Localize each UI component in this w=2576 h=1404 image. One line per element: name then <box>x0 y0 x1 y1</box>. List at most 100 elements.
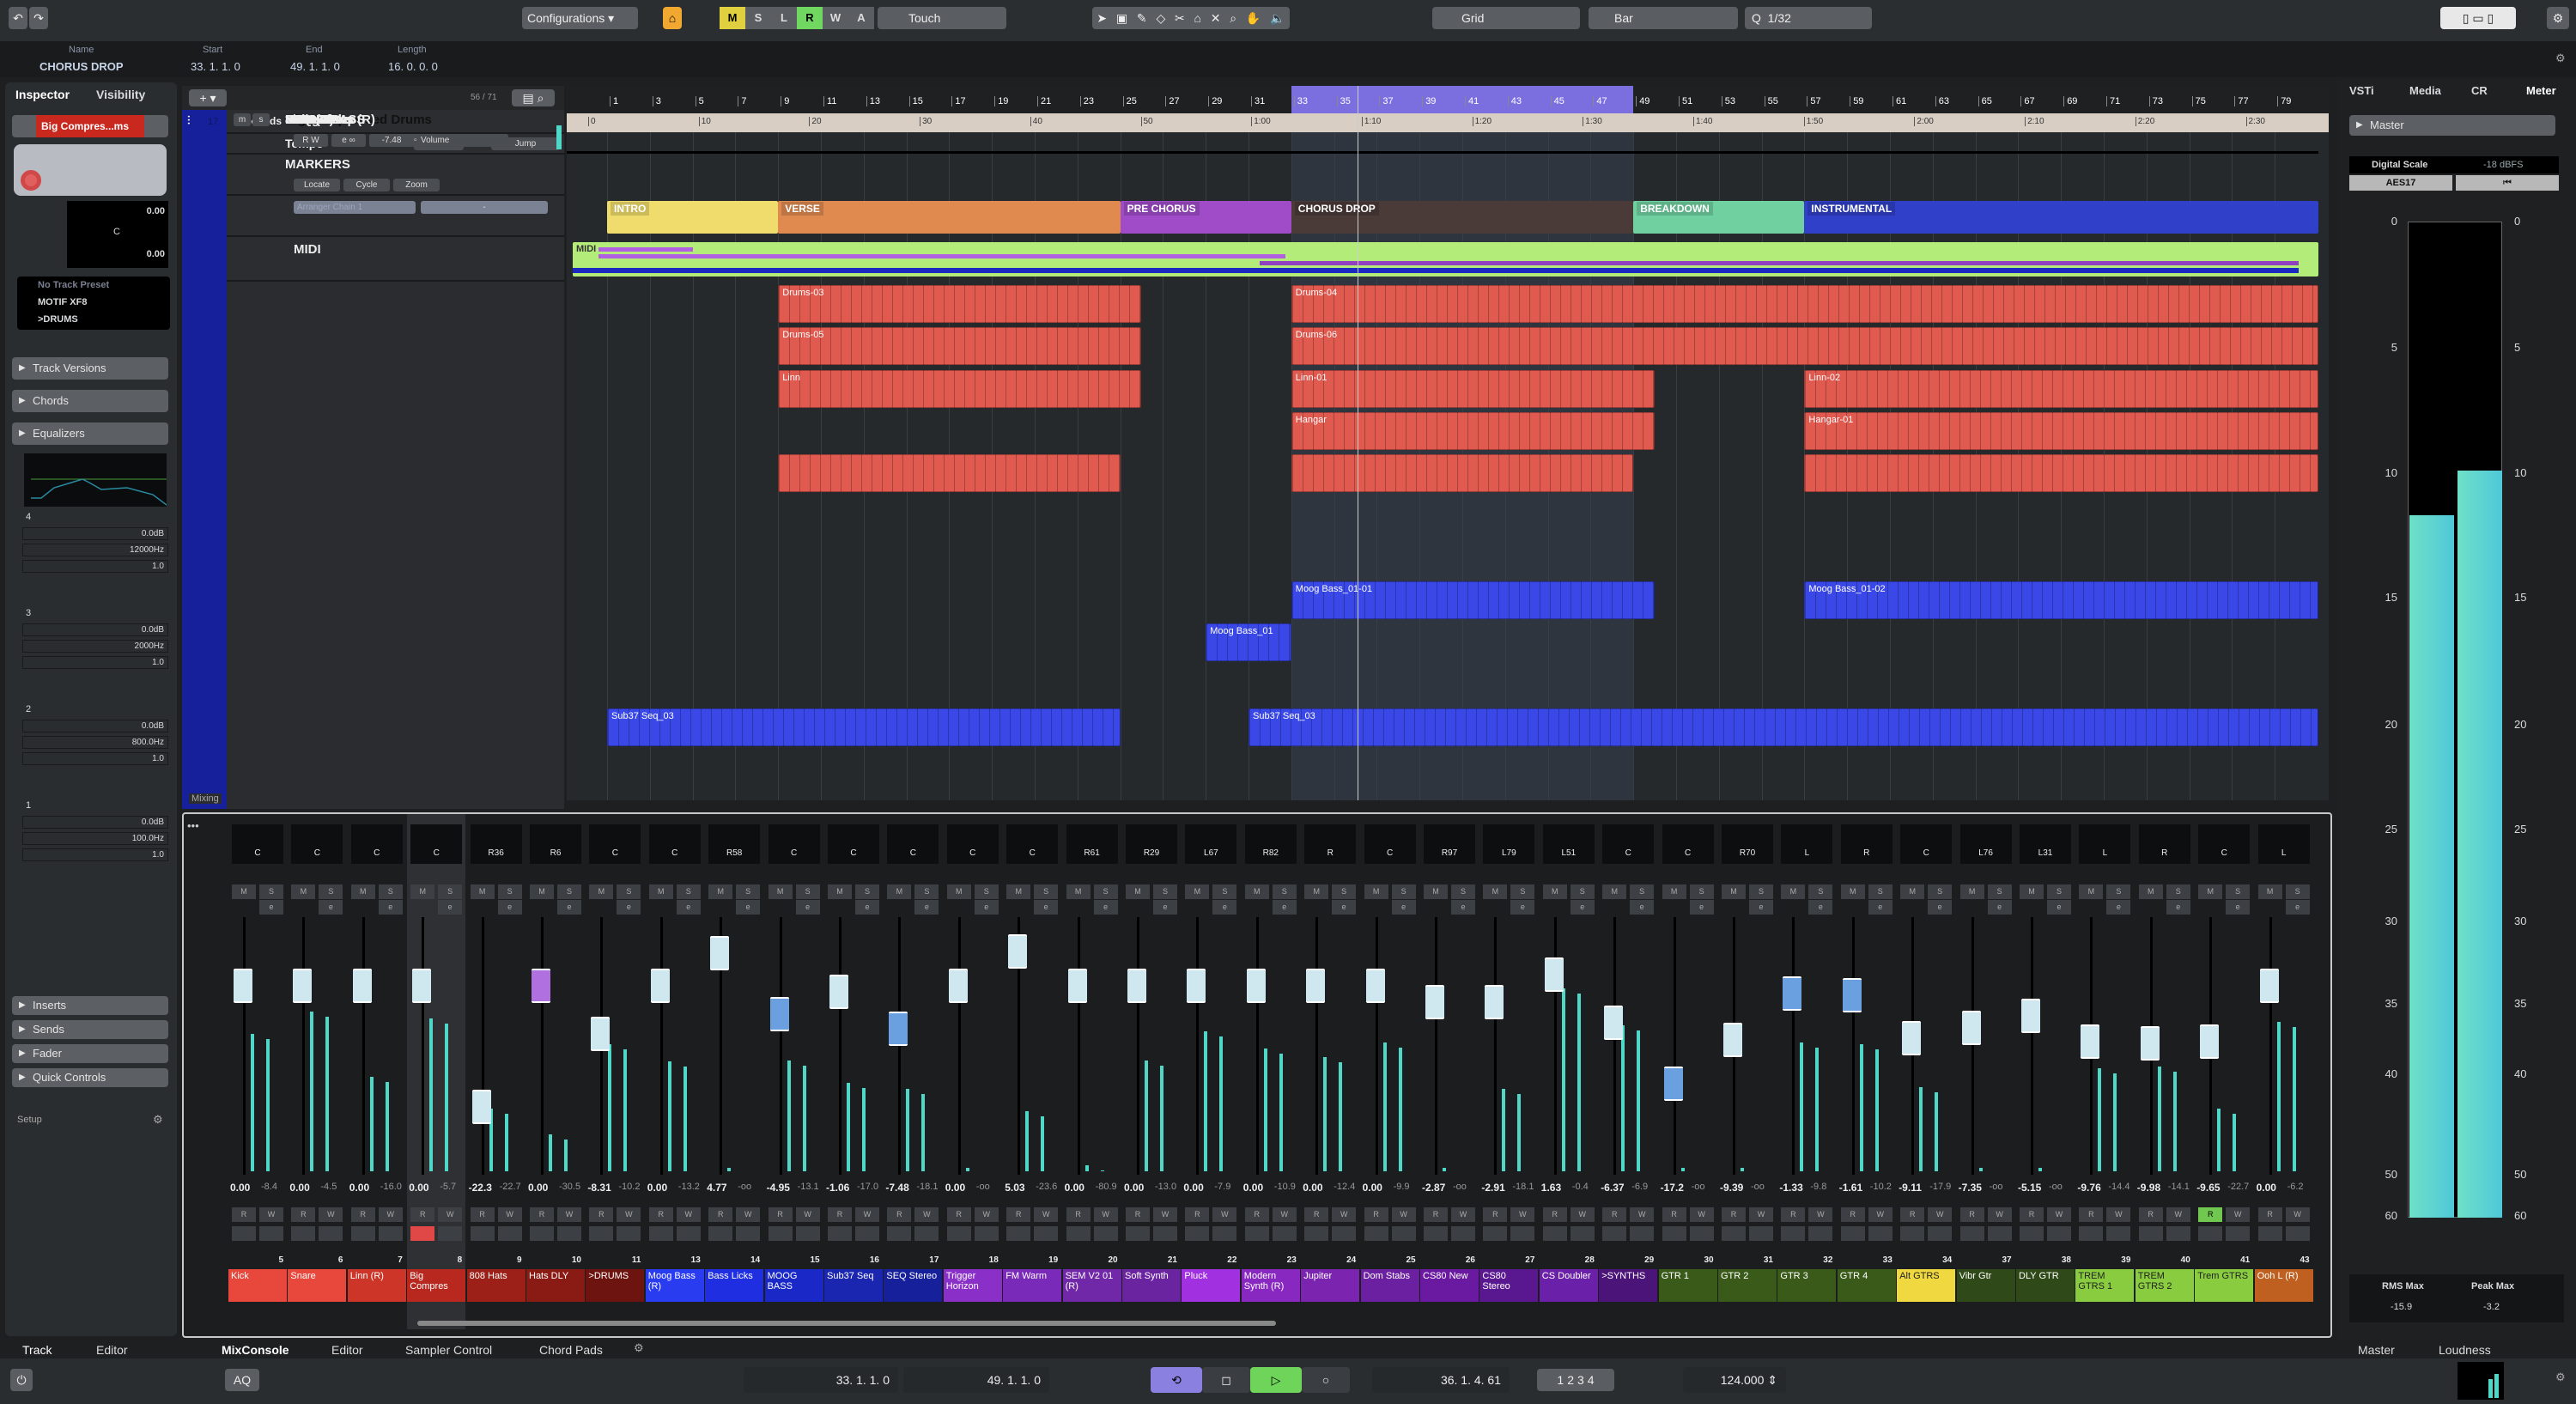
fader-handle[interactable] <box>1127 969 1146 1003</box>
read-button[interactable]: R <box>768 1207 793 1222</box>
pan-value[interactable]: C <box>113 227 120 237</box>
write-button[interactable]: W <box>319 1207 343 1222</box>
info-length-value[interactable]: 16. 0. 0. 0 <box>388 60 438 73</box>
audio-event[interactable]: Linn-01 <box>1291 369 1656 408</box>
channel-name[interactable]: Linn (R) <box>347 1269 406 1302</box>
read-automation-button[interactable]: R W <box>294 134 328 147</box>
mute-button[interactable]: M <box>350 884 375 899</box>
channel-name[interactable]: CS Doubler <box>1539 1269 1598 1302</box>
mute-button[interactable]: M <box>470 884 495 899</box>
solo-button[interactable]: S <box>1034 884 1059 899</box>
solo-button[interactable]: S <box>1630 884 1655 899</box>
cycle-button[interactable]: Cycle <box>343 179 390 191</box>
monitor-button[interactable] <box>497 1226 522 1241</box>
peak-value[interactable]: -22.7 <box>2227 1182 2249 1192</box>
record-enable-button[interactable] <box>2079 1226 2104 1241</box>
peak-value[interactable]: -9.8 <box>1810 1182 1826 1192</box>
channel-name[interactable]: GTR 2 <box>1718 1269 1777 1302</box>
peak-value[interactable]: -10.2 <box>1870 1182 1892 1192</box>
write-button[interactable]: W <box>1272 1207 1297 1222</box>
read-button[interactable]: R <box>1304 1207 1329 1222</box>
monitor-button[interactable] <box>1391 1226 1416 1241</box>
fader-value[interactable]: 4.77 <box>707 1182 726 1194</box>
tab-chord-pads[interactable]: Chord Pads <box>539 1343 603 1357</box>
fader-value[interactable]: 0.00 <box>945 1182 965 1194</box>
record-enable-button[interactable] <box>470 1226 495 1241</box>
fader-handle[interactable] <box>1365 969 1385 1003</box>
write-button[interactable]: W <box>1332 1207 1357 1222</box>
write-button[interactable]: W <box>736 1207 761 1222</box>
monitor-button[interactable] <box>259 1226 283 1241</box>
peak-value[interactable]: -12.4 <box>1334 1182 1355 1192</box>
fader-handle[interactable] <box>412 969 432 1003</box>
mute-button[interactable]: m <box>234 113 251 126</box>
fader-value[interactable]: 0.00 <box>349 1182 369 1194</box>
solo-button[interactable]: S <box>1272 884 1297 899</box>
record-enable-button[interactable] <box>946 1226 971 1241</box>
monitor-button[interactable] <box>1451 1226 1475 1241</box>
pan-control[interactable] <box>1781 824 1833 864</box>
mute-button[interactable]: M <box>1722 884 1746 899</box>
mute-button[interactable]: M <box>589 884 614 899</box>
fader-handle[interactable] <box>591 1016 611 1051</box>
track-row[interactable]: ⫶11ms>DRUMSR We ∞-8.31Volume <box>182 110 564 809</box>
tab-editor[interactable]: Editor <box>331 1343 363 1357</box>
write-button[interactable]: W <box>676 1207 701 1222</box>
monitor-button[interactable] <box>1749 1226 1773 1241</box>
peak-value[interactable]: -10.2 <box>618 1182 640 1192</box>
info-name-value[interactable]: CHORUS DROP <box>39 60 124 73</box>
solo-button[interactable]: S <box>795 884 820 899</box>
edit-channel-button[interactable]: e <box>1570 900 1595 915</box>
monitor-button[interactable] <box>676 1226 701 1241</box>
write-button[interactable]: W <box>855 1207 879 1222</box>
monitor-button[interactable] <box>1987 1226 2012 1241</box>
read-button[interactable]: R <box>1722 1207 1746 1222</box>
solo-button[interactable]: S <box>1570 884 1595 899</box>
mute-button[interactable]: M <box>1126 884 1150 899</box>
peak-value[interactable]: -13.2 <box>678 1182 700 1192</box>
audio-event[interactable]: Hangar <box>1291 411 1656 450</box>
read-button[interactable]: R <box>1602 1207 1627 1222</box>
tab-track[interactable]: Track <box>22 1343 52 1357</box>
marker-track[interactable]: MARKERS Locate Cycle Zoom <box>182 155 564 196</box>
zoom-tool-icon[interactable]: ⌕ <box>1230 11 1236 26</box>
write-button[interactable]: W <box>2106 1207 2131 1222</box>
solo-button[interactable]: S <box>2226 884 2251 899</box>
fader-handle[interactable] <box>2140 1025 2160 1061</box>
write-button[interactable]: W <box>1868 1207 1893 1222</box>
redo-icon[interactable]: ↷ <box>29 7 48 29</box>
record-enable-button[interactable] <box>350 1226 375 1241</box>
write-button[interactable]: W <box>1034 1207 1059 1222</box>
fader-handle[interactable] <box>650 969 670 1003</box>
record-enable-button[interactable] <box>2198 1226 2223 1241</box>
peak-value[interactable]: -oo <box>1751 1182 1765 1192</box>
edit-channel-button[interactable]: e <box>2285 900 2310 915</box>
record-enable-button[interactable] <box>1483 1226 1508 1241</box>
tab-sampler-control[interactable]: Sampler Control <box>405 1343 492 1357</box>
mute-button[interactable]: M <box>1066 884 1091 899</box>
pan-control[interactable] <box>1006 824 1059 864</box>
audio-event[interactable] <box>1291 454 1634 493</box>
peak-value[interactable]: -30.5 <box>559 1182 580 1192</box>
quantize-dropdown[interactable]: Q 1/32 <box>1745 7 1872 29</box>
fader-value[interactable]: 0.00 <box>2257 1182 2276 1194</box>
edit-channel-button[interactable]: e <box>557 900 581 915</box>
constrain-icon[interactable]: ⌂ <box>663 7 682 29</box>
arranger-event[interactable]: BREAKDOWN <box>1633 201 1805 234</box>
record-enable-button[interactable] <box>1185 1226 1210 1241</box>
edit-channel-button[interactable]: e <box>736 900 761 915</box>
fader-value[interactable]: 0.00 <box>647 1182 667 1194</box>
edit-channel-button[interactable]: e <box>1928 900 1953 915</box>
fader-handle[interactable] <box>1723 1022 1742 1057</box>
fader-handle[interactable] <box>1306 969 1326 1003</box>
fader-value[interactable]: 5.03 <box>1005 1182 1024 1194</box>
write-button[interactable]: W <box>1391 1207 1416 1222</box>
locate-button[interactable]: Locate <box>294 179 340 191</box>
tab-media[interactable]: Media <box>2409 84 2441 97</box>
peak-value[interactable]: -4.5 <box>320 1182 337 1192</box>
master-section[interactable]: Master <box>2349 115 2555 136</box>
midi-folder-part[interactable]: MIDI <box>573 242 2318 277</box>
mute-button[interactable]: M <box>1364 884 1388 899</box>
eq-band-freq-field[interactable]: 800.0Hz <box>22 736 168 749</box>
fader-value[interactable]: 0.00 <box>1065 1182 1084 1194</box>
